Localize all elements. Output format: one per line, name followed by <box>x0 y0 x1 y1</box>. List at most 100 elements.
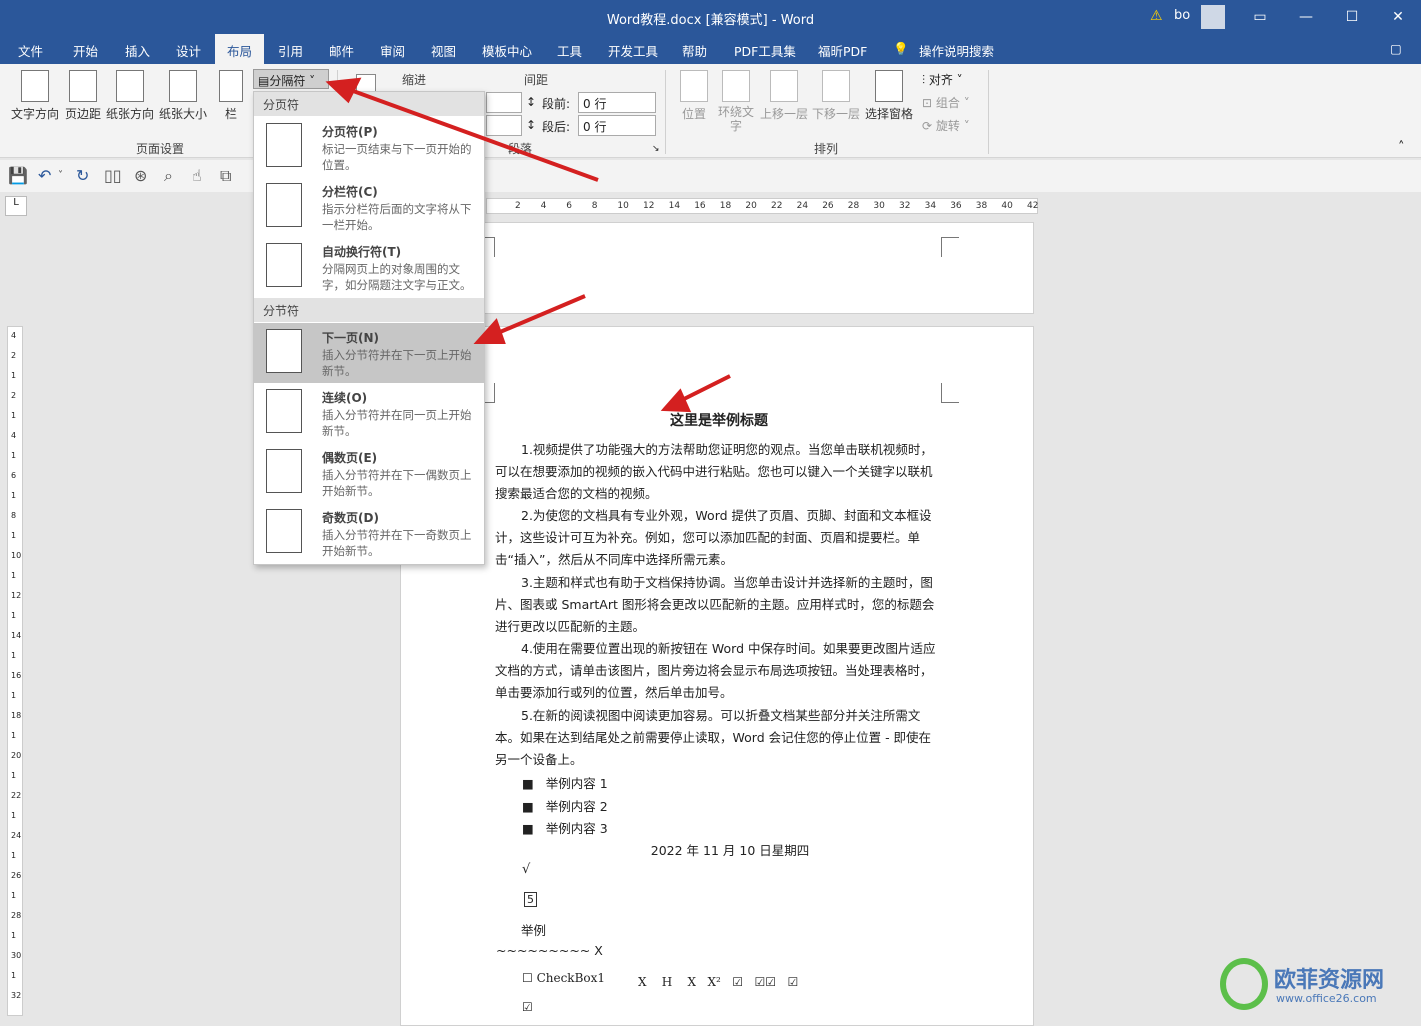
position-button[interactable]: 位置 <box>676 70 712 122</box>
tab-layout[interactable]: 布局 <box>215 34 265 64</box>
spacing-before-icon: ↕ <box>526 95 537 109</box>
columns-icon <box>219 70 243 102</box>
doc-tilde-line[interactable]: ~~~~~~~~~ X <box>496 943 603 958</box>
ruler-tick-label: 36 <box>950 201 962 211</box>
customize-icon[interactable]: ⧉ <box>220 166 231 186</box>
tab-developer[interactable]: 开发工具 <box>608 41 658 60</box>
save-icon[interactable]: 💾 <box>8 166 28 185</box>
menu-item-page-break[interactable]: 分页符(P) 标记一页结束与下一页开始的位置。 <box>254 117 484 177</box>
maximize-icon[interactable]: ☐ <box>1329 0 1375 34</box>
avatar[interactable] <box>1201 5 1225 29</box>
text-direction-button[interactable]: 文字方向 <box>10 70 60 122</box>
ruler-tick-label: 20 <box>745 201 757 211</box>
menu-item-next-page[interactable]: 下一页(N) 插入分节符并在下一页上开始新节。 <box>254 323 484 383</box>
comments-icon[interactable]: ▢ <box>1390 41 1402 56</box>
breaks-button[interactable]: ▤分隔符 ˅ <box>253 69 329 89</box>
tab-foxit-pdf[interactable]: 福昕PDF <box>818 41 867 60</box>
menu-item-column-break[interactable]: 分栏符(C) 指示分栏符后面的文字将从下一栏开始。 <box>254 177 484 237</box>
chevron-down-icon[interactable]: ˅ <box>58 170 63 181</box>
spacing-after-icon: ↕ <box>526 118 537 132</box>
selection-pane-button[interactable]: 选择窗格 <box>863 70 915 122</box>
tab-selector-icon[interactable]: L <box>5 196 27 216</box>
read-mode-icon[interactable]: ▯▯ <box>104 166 122 185</box>
list-item[interactable]: ■ 举例内容 2 <box>522 796 608 815</box>
tab-tools[interactable]: 工具 <box>557 41 582 60</box>
indent-right-input[interactable] <box>486 115 522 136</box>
ruler-tick-label: 4 <box>11 431 17 440</box>
menu-item-continuous[interactable]: 连续(O) 插入分节符并在同一页上开始新节。 <box>254 383 484 443</box>
spacing-after-input[interactable]: 0 行 <box>578 115 656 136</box>
collapse-ribbon-icon[interactable]: ˄ <box>1398 140 1405 155</box>
menu-item-even-page[interactable]: 偶数页(E) 插入分节符并在下一偶数页上开始新节。 <box>254 443 484 503</box>
doc-formula-line[interactable]: X H X X² ☑ ☑☑ ☑ <box>638 975 798 989</box>
bring-forward-button[interactable]: 上移一层 <box>758 70 810 122</box>
ruler-tick-label: 4 <box>11 331 17 340</box>
doc-checked-box[interactable]: ☑ <box>522 1000 533 1014</box>
doc-example[interactable]: 举例 <box>521 920 546 939</box>
tab-references[interactable]: 引用 <box>278 41 303 60</box>
indent-left-input[interactable] <box>486 92 522 113</box>
tab-design[interactable]: 设计 <box>176 41 201 60</box>
group-button[interactable]: ⊡ 组合 ˅ <box>922 94 970 111</box>
doc-paragraph-3[interactable]: 3.主题和样式也有助于文档保持协调。当您单击设计并选择新的主题时，图片、图表或 … <box>495 572 943 638</box>
doc-paragraph-2[interactable]: 2.为使您的文档具有专业外观，Word 提供了页眉、页脚、封面和文本框设计，这些… <box>495 505 943 571</box>
group-page-setup: 页面设置 <box>136 142 185 156</box>
touch-mode-icon[interactable]: ☝ <box>192 166 202 185</box>
web-layout-icon[interactable]: ⊛ <box>134 166 147 185</box>
doc-boxed-number[interactable]: 5 <box>524 892 537 907</box>
menu-item-odd-page[interactable]: 奇数页(D) 插入分节符并在下一奇数页上开始新节。 <box>254 503 484 563</box>
columns-button[interactable]: 栏 <box>217 70 245 122</box>
ruler-tick-label: 1 <box>11 811 17 820</box>
minimize-icon[interactable]: — <box>1283 0 1329 34</box>
horizontal-ruler[interactable]: 2 4 6 8 10 12 14 16 18 20 22 24 26 28 30 32 34 36 38 40 42 <box>486 198 1038 214</box>
ribbon-display-icon[interactable]: ▭ <box>1237 0 1283 34</box>
close-icon[interactable]: ✕ <box>1375 0 1421 34</box>
spacing-before-input[interactable]: 0 行 <box>578 92 656 113</box>
doc-heading[interactable]: 这里是举例标题 <box>495 410 943 430</box>
ruler-tick-label: 14 <box>11 631 22 640</box>
tab-home[interactable]: 开始 <box>73 41 98 60</box>
orientation-button[interactable]: 纸张方向 <box>105 70 155 122</box>
indent-label: 缩进 <box>402 73 427 87</box>
tab-help[interactable]: 帮助 <box>682 41 707 60</box>
tab-insert[interactable]: 插入 <box>125 41 150 60</box>
list-item[interactable]: ■ 举例内容 3 <box>522 818 608 837</box>
page-1[interactable] <box>400 222 1034 314</box>
ruler-tick-label: 1 <box>11 451 17 460</box>
tell-me-search[interactable]: 操作说明搜索 <box>919 41 994 60</box>
vertical-ruler[interactable]: 4 2 1 2 1 4 1 6 1 8 1 10 1 12 1 14 1 16 1 18 1 20 1 22 1 24 1 26 1 28… <box>7 326 23 1016</box>
warning-icon[interactable]: ⚠ <box>1150 8 1163 24</box>
tab-view[interactable]: 视图 <box>431 41 456 60</box>
tab-file[interactable]: 文件 <box>18 41 43 60</box>
doc-check[interactable]: √ <box>522 862 530 877</box>
margins-button[interactable]: 页边距 <box>63 70 103 122</box>
tab-review[interactable]: 审阅 <box>380 41 405 60</box>
size-button[interactable]: 纸张大小 <box>158 70 208 122</box>
redo-icon[interactable]: ↻ <box>76 166 89 185</box>
menu-item-text-wrapping[interactable]: 自动换行符(T) 分隔网页上的对象周围的文字，如分隔题注文字与正文。 <box>254 237 484 297</box>
tab-mailings[interactable]: 邮件 <box>329 41 354 60</box>
send-backward-button[interactable]: 下移一层 <box>810 70 862 122</box>
align-button[interactable]: ⫶ 对齐 ˅ <box>922 71 963 88</box>
undo-icon[interactable]: ↶ <box>38 166 51 185</box>
page-size-icon <box>169 70 197 102</box>
rotate-icon: ⟳ <box>922 119 936 133</box>
doc-paragraph-1[interactable]: 1.视频提供了功能强大的方法帮助您证明您的观点。当您单击联机视频时，可以在想要添… <box>495 439 943 505</box>
wrap-text-button[interactable]: 环绕文 字 <box>714 70 758 133</box>
doc-date[interactable]: 2022 年 11 月 10 日星期四 <box>495 840 965 859</box>
user-name[interactable]: bo <box>1174 8 1190 23</box>
list-item[interactable]: ■ 举例内容 1 <box>522 773 608 792</box>
ruler-tick-label: 30 <box>11 951 22 960</box>
ruler-tick-label: 32 <box>899 201 911 211</box>
doc-checkbox[interactable]: ☐ CheckBox1 <box>522 971 605 985</box>
divider <box>665 70 666 154</box>
doc-paragraph-5[interactable]: 5.在新的阅读视图中阅读更加容易。可以折叠文档某些部分并关注所需文本。如果在达到… <box>495 705 943 771</box>
tab-pdf-tools[interactable]: PDF工具集 <box>734 41 796 60</box>
print-preview-icon[interactable]: ⌕ <box>164 166 173 186</box>
doc-paragraph-4[interactable]: 4.使用在需要位置出现的新按钮在 Word 中保存时间。如果要更改图片适应文档的… <box>495 638 943 704</box>
rotate-button[interactable]: ⟳ 旋转 ˅ <box>922 117 970 134</box>
dialog-launcher-icon[interactable]: ↘ <box>652 144 660 154</box>
tab-template-center[interactable]: 模板中心 <box>482 41 532 60</box>
group-paragraph: 段落 <box>508 142 533 156</box>
margin-corner <box>485 237 495 257</box>
